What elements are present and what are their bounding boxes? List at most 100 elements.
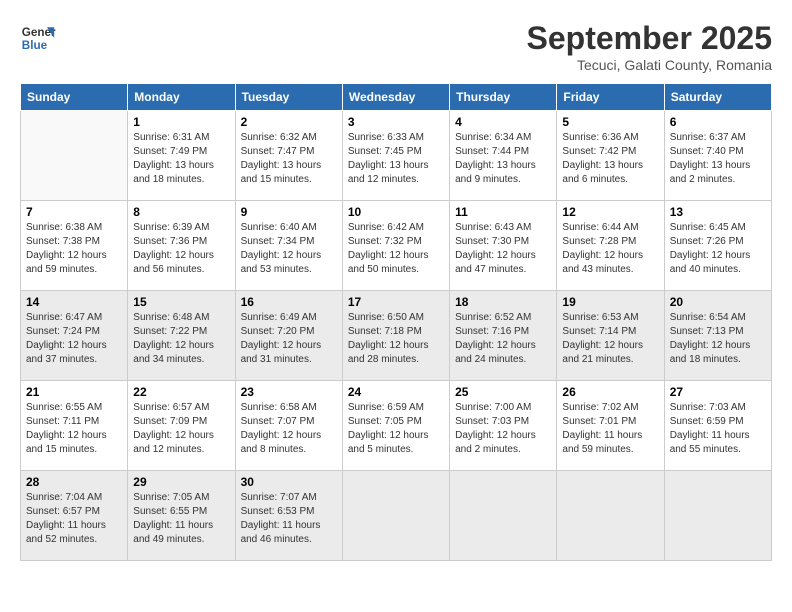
header-tuesday: Tuesday [235,84,342,111]
day-number: 4 [455,115,551,129]
day-info: Sunrise: 6:33 AMSunset: 7:45 PMDaylight:… [348,131,444,187]
title-section: September 2025 Tecuci, Galati County, Ro… [527,20,772,73]
day-info: Sunrise: 7:02 AMSunset: 7:01 PMDaylight:… [562,401,658,457]
week-row-4: 21 Sunrise: 6:55 AMSunset: 7:11 PMDayligh… [21,381,772,471]
day-cell: 20 Sunrise: 6:54 AMSunset: 7:13 PMDayligh… [664,291,771,381]
day-cell: 30 Sunrise: 7:07 AMSunset: 6:53 PMDayligh… [235,471,342,561]
day-number: 30 [241,475,337,489]
day-cell: 16 Sunrise: 6:49 AMSunset: 7:20 PMDayligh… [235,291,342,381]
day-number: 12 [562,205,658,219]
day-info: Sunrise: 6:32 AMSunset: 7:47 PMDaylight:… [241,131,337,187]
day-cell: 6 Sunrise: 6:37 AMSunset: 7:40 PMDaylight… [664,111,771,201]
day-number: 26 [562,385,658,399]
day-cell: 19 Sunrise: 6:53 AMSunset: 7:14 PMDayligh… [557,291,664,381]
day-number: 25 [455,385,551,399]
day-info: Sunrise: 6:34 AMSunset: 7:44 PMDaylight:… [455,131,551,187]
day-cell [664,471,771,561]
day-number: 24 [348,385,444,399]
day-cell: 2 Sunrise: 6:32 AMSunset: 7:47 PMDaylight… [235,111,342,201]
day-info: Sunrise: 6:55 AMSunset: 7:11 PMDaylight:… [26,401,122,457]
header-friday: Friday [557,84,664,111]
day-info: Sunrise: 6:37 AMSunset: 7:40 PMDaylight:… [670,131,766,187]
header-wednesday: Wednesday [342,84,449,111]
day-cell: 26 Sunrise: 7:02 AMSunset: 7:01 PMDayligh… [557,381,664,471]
header-monday: Monday [128,84,235,111]
day-cell [450,471,557,561]
day-info: Sunrise: 6:45 AMSunset: 7:26 PMDaylight:… [670,221,766,277]
day-info: Sunrise: 6:47 AMSunset: 7:24 PMDaylight:… [26,311,122,367]
day-info: Sunrise: 6:40 AMSunset: 7:34 PMDaylight:… [241,221,337,277]
day-number: 29 [133,475,229,489]
day-number: 21 [26,385,122,399]
day-cell: 22Sunrise: 6:57 AMSunset: 7:09 PMDayligh… [128,381,235,471]
day-cell: 9Sunrise: 6:40 AMSunset: 7:34 PMDaylight… [235,201,342,291]
day-info: Sunrise: 6:54 AMSunset: 7:13 PMDaylight:… [670,311,766,367]
day-info: Sunrise: 7:00 AMSunset: 7:03 PMDaylight:… [455,401,551,457]
day-info: Sunrise: 6:44 AMSunset: 7:28 PMDaylight:… [562,221,658,277]
day-info: Sunrise: 6:53 AMSunset: 7:14 PMDaylight:… [562,311,658,367]
day-info: Sunrise: 7:07 AMSunset: 6:53 PMDaylight:… [241,491,337,547]
day-number: 23 [241,385,337,399]
day-number: 28 [26,475,122,489]
day-cell: 3 Sunrise: 6:33 AMSunset: 7:45 PMDaylight… [342,111,449,201]
day-info: Sunrise: 6:43 AMSunset: 7:30 PMDaylight:… [455,221,551,277]
day-info: Sunrise: 6:49 AMSunset: 7:20 PMDaylight:… [241,311,337,367]
month-title: September 2025 [527,20,772,57]
day-number: 6 [670,115,766,129]
day-cell [557,471,664,561]
day-info: Sunrise: 6:38 AMSunset: 7:38 PMDaylight:… [26,221,122,277]
day-number: 18 [455,295,551,309]
day-number: 15 [133,295,229,309]
day-cell: 11 Sunrise: 6:43 AMSunset: 7:30 PMDayligh… [450,201,557,291]
day-cell: 14Sunrise: 6:47 AMSunset: 7:24 PMDayligh… [21,291,128,381]
day-info: Sunrise: 7:04 AMSunset: 6:57 PMDaylight:… [26,491,122,547]
day-number: 10 [348,205,444,219]
day-cell: 27Sunrise: 7:03 AMSunset: 6:59 PMDayligh… [664,381,771,471]
day-info: Sunrise: 6:50 AMSunset: 7:18 PMDaylight:… [348,311,444,367]
day-cell: 10 Sunrise: 6:42 AMSunset: 7:32 PMDayligh… [342,201,449,291]
day-cell: 5Sunrise: 6:36 AMSunset: 7:42 PMDaylight… [557,111,664,201]
day-cell: 21 Sunrise: 6:55 AMSunset: 7:11 PMDayligh… [21,381,128,471]
svg-text:Blue: Blue [22,39,48,52]
calendar-header-row: SundayMondayTuesdayWednesdayThursdayFrid… [21,84,772,111]
calendar-table: SundayMondayTuesdayWednesdayThursdayFrid… [20,83,772,561]
day-cell: 4 Sunrise: 6:34 AMSunset: 7:44 PMDaylight… [450,111,557,201]
day-number: 17 [348,295,444,309]
day-number: 22 [133,385,229,399]
day-cell: 18 Sunrise: 6:52 AMSunset: 7:16 PMDayligh… [450,291,557,381]
day-cell: 13Sunrise: 6:45 AMSunset: 7:26 PMDayligh… [664,201,771,291]
day-cell: 17 Sunrise: 6:50 AMSunset: 7:18 PMDayligh… [342,291,449,381]
day-number: 19 [562,295,658,309]
day-number: 2 [241,115,337,129]
header-thursday: Thursday [450,84,557,111]
day-info: Sunrise: 6:42 AMSunset: 7:32 PMDaylight:… [348,221,444,277]
day-cell: 7 Sunrise: 6:38 AMSunset: 7:38 PMDaylight… [21,201,128,291]
day-cell: 23 Sunrise: 6:58 AMSunset: 7:07 PMDayligh… [235,381,342,471]
day-info: Sunrise: 6:48 AMSunset: 7:22 PMDaylight:… [133,311,229,367]
day-info: Sunrise: 7:05 AMSunset: 6:55 PMDaylight:… [133,491,229,547]
week-row-5: 28 Sunrise: 7:04 AMSunset: 6:57 PMDayligh… [21,471,772,561]
day-info: Sunrise: 6:59 AMSunset: 7:05 PMDaylight:… [348,401,444,457]
day-cell: 8Sunrise: 6:39 AMSunset: 7:36 PMDaylight… [128,201,235,291]
week-row-3: 14Sunrise: 6:47 AMSunset: 7:24 PMDayligh… [21,291,772,381]
day-info: Sunrise: 6:36 AMSunset: 7:42 PMDaylight:… [562,131,658,187]
day-number: 16 [241,295,337,309]
header-sunday: Sunday [21,84,128,111]
day-info: Sunrise: 6:52 AMSunset: 7:16 PMDaylight:… [455,311,551,367]
day-cell [21,111,128,201]
day-cell: 29 Sunrise: 7:05 AMSunset: 6:55 PMDayligh… [128,471,235,561]
day-number: 7 [26,205,122,219]
day-info: Sunrise: 6:31 AMSunset: 7:49 PMDaylight:… [133,131,229,187]
day-number: 8 [133,205,229,219]
page-header: General Blue September 2025 Tecuci, Gala… [20,20,772,73]
week-row-1: 1 Sunrise: 6:31 AMSunset: 7:49 PMDaylight… [21,111,772,201]
day-info: Sunrise: 6:58 AMSunset: 7:07 PMDaylight:… [241,401,337,457]
logo: General Blue [20,20,56,56]
day-number: 20 [670,295,766,309]
day-number: 11 [455,205,551,219]
day-number: 1 [133,115,229,129]
day-number: 3 [348,115,444,129]
day-cell: 15 Sunrise: 6:48 AMSunset: 7:22 PMDayligh… [128,291,235,381]
header-saturday: Saturday [664,84,771,111]
day-cell: 24 Sunrise: 6:59 AMSunset: 7:05 PMDayligh… [342,381,449,471]
